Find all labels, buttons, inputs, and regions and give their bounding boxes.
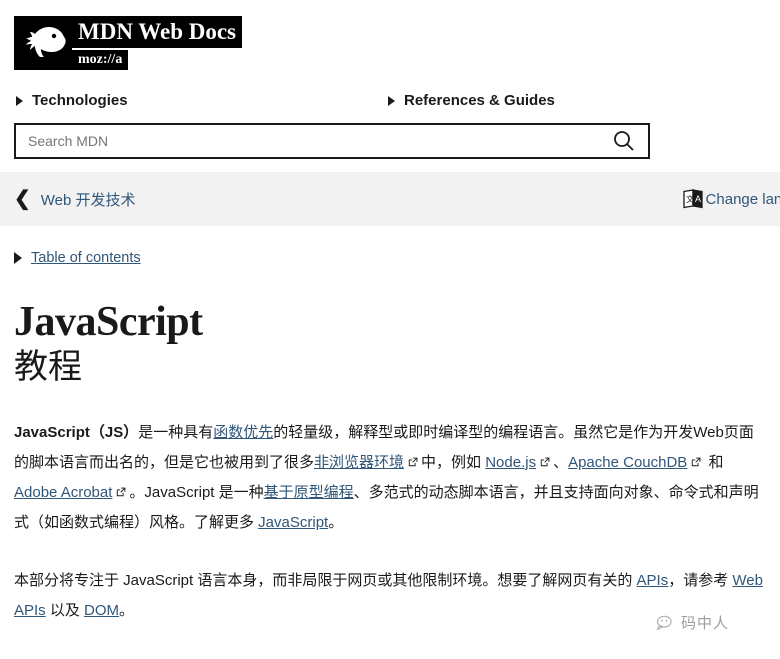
intro-text-6: 。JavaScript 是一种 — [129, 484, 264, 501]
external-link-icon — [116, 478, 126, 497]
breadcrumb-bar: ❮ Web 开发技术 文 A Change language — [0, 172, 780, 226]
search-bar[interactable] — [14, 123, 650, 159]
table-of-contents-label[interactable]: Table of contents — [31, 250, 141, 266]
search-icon — [614, 131, 634, 151]
scope-paragraph: 本部分将专注于 JavaScript 语言本身，而非局限于网页或其他限制环境。想… — [14, 566, 766, 626]
change-language-label[interactable]: Change language — [706, 191, 780, 208]
nav-item-references-guides-label: References & Guides — [404, 92, 555, 109]
breadcrumb-back[interactable]: ❮ Web 开发技术 — [14, 189, 136, 210]
link-apache-couchdb[interactable]: Apache CouchDB — [568, 454, 687, 471]
nav-item-technologies-label: Technologies — [32, 92, 128, 109]
intro-text-1: 是一种具有 — [138, 424, 214, 441]
intro-text-5: 和 — [704, 454, 724, 471]
caret-right-icon — [388, 95, 395, 106]
intro-text-8: 。 — [328, 514, 344, 531]
dino-head-icon — [14, 16, 72, 70]
page-title: JavaScript — [14, 299, 203, 345]
svg-text:A: A — [695, 194, 701, 204]
link-javascript[interactable]: JavaScript — [258, 514, 328, 531]
logo-subtitle: moz://a — [72, 50, 129, 70]
article-content: Table of contents JavaScript 教程 JavaScri… — [0, 250, 780, 626]
change-language-control[interactable]: 文 A Change language — [682, 187, 780, 211]
logo-wordmark: MDN Web Docs moz://a — [72, 16, 243, 70]
logo-title: MDN Web Docs — [72, 16, 243, 48]
scope-text-3: 以及 — [45, 602, 85, 619]
nav-item-technologies[interactable]: Technologies — [16, 92, 388, 109]
link-functions-first[interactable]: 函数优先 — [213, 424, 273, 441]
link-dom[interactable]: DOM — [84, 602, 119, 619]
link-non-browser-env[interactable]: 非浏览器环境 — [314, 454, 404, 471]
table-of-contents-toggle[interactable]: Table of contents — [14, 250, 766, 266]
svg-text:文: 文 — [686, 194, 694, 204]
chevron-left-icon: ❮ — [14, 188, 31, 210]
scope-text-4: 。 — [119, 602, 135, 619]
external-link-icon — [540, 448, 550, 467]
intro-lead-bold: JavaScript（JS） — [14, 424, 139, 441]
page-subtitle: 教程 — [14, 349, 82, 386]
main-navigation: Technologies References & Guides — [14, 92, 766, 109]
link-apis[interactable]: APIs — [637, 572, 669, 589]
external-link-icon — [691, 448, 701, 467]
link-prototype-based-programming[interactable]: 基于原型编程 — [264, 484, 354, 501]
scope-text-1: 本部分将专注于 JavaScript 语言本身，而非局限于网页或其他限制环境。想… — [14, 572, 637, 589]
scope-text-2: ，请参考 — [668, 572, 733, 589]
caret-right-icon — [14, 252, 22, 264]
search-button[interactable] — [606, 129, 648, 153]
link-adobe-acrobat[interactable]: Adobe Acrobat — [14, 484, 112, 501]
translate-icon: 文 A — [682, 189, 703, 209]
link-nodejs[interactable]: Node.js — [485, 454, 536, 471]
site-logo[interactable]: MDN Web Docs moz://a — [14, 16, 766, 70]
external-link-icon — [408, 448, 418, 467]
intro-paragraph: JavaScript（JS）是一种具有函数优先的轻量级，解释型或即时编译型的编程… — [14, 418, 766, 538]
search-input[interactable] — [16, 125, 606, 157]
intro-text-3: 中，例如 — [421, 454, 486, 471]
site-header: MDN Web Docs moz://a Technologies Refere… — [0, 0, 780, 159]
nav-item-references-guides[interactable]: References & Guides — [388, 92, 555, 109]
breadcrumb-parent-link[interactable]: Web 开发技术 — [41, 189, 136, 210]
intro-text-4: 、 — [553, 454, 569, 471]
caret-right-icon — [16, 95, 23, 106]
